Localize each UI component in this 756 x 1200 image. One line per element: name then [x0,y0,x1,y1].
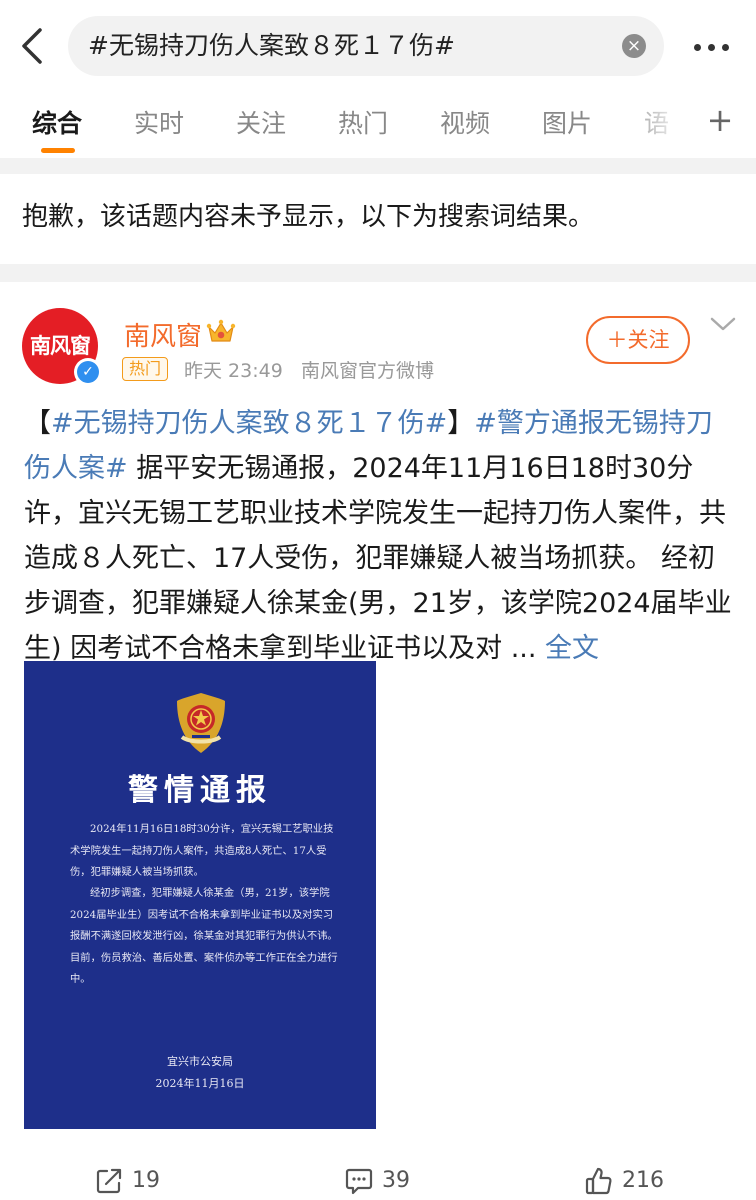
clear-icon[interactable]: × [622,34,646,58]
hashtag-link[interactable]: #无锡持刀伤人案致８死１７伤# [51,408,447,439]
search-input[interactable]: #无锡持刀伤人案致８死１７伤# × [68,16,664,76]
notice-paragraph: 2024年11月16日18时30分许，宜兴无锡工艺职业技术学院发生一起持刀伤人案… [70,823,334,879]
police-notice-image[interactable]: 警情通报 2024年11月16日18时30分许，宜兴无锡工艺职业技术学院发生一起… [24,661,376,1129]
section-divider [0,264,756,282]
tab-fade [620,92,700,152]
comment-count: 39 [382,1168,410,1193]
post-body-text: 据平安无锡通报，2024年11月16日18时30分许，宜兴无锡工艺职业技术学院发… [24,453,732,664]
search-query[interactable]: #无锡持刀伤人案致８死１７伤# [88,16,455,76]
full-text-link[interactable]: 全文 [545,633,599,664]
chevron-down-icon[interactable] [708,312,738,336]
notice-title: 警情通报 [128,773,272,808]
tab-video[interactable]: 视频 [440,104,490,140]
crown-icon [206,319,236,342]
active-tab-indicator [41,148,75,153]
notice-issuer: 宜兴市公安局 [167,1055,233,1068]
verified-icon: ✓ [74,358,102,386]
more-dots-icon[interactable] [686,24,738,68]
bracket-close: 】 [447,408,475,439]
search-header: #无锡持刀伤人案致８死１７伤# × [0,0,756,92]
post-source: 南风窗官方微博 [301,360,435,382]
section-divider [0,158,756,174]
hot-badge: 热门 [122,357,169,381]
tab-realtime[interactable]: 实时 [134,104,184,140]
notice-date: 2024年11月16日 [155,1077,245,1090]
repost-count: 19 [132,1168,160,1193]
post-text: 【#无锡持刀伤人案致８死１７伤#】#警方通报无锡持刀伤人案# 据平安无锡通报，2… [24,401,734,671]
police-emblem-icon [177,693,225,753]
like-count: 216 [622,1168,664,1193]
bracket-open: 【 [24,408,51,439]
repost-icon [96,1168,122,1194]
follow-button[interactable]: ＋关注 [586,316,690,364]
like-icon [585,1167,612,1195]
tab-comprehensive[interactable]: 综合 [32,104,82,140]
add-tab-button[interactable]: + [702,100,738,140]
notice-paragraph: 经初步调查，犯罪嫌疑人徐某金（男，21岁，该学院2024届毕业生）因考试不合格未… [70,887,338,986]
tab-hot[interactable]: 热门 [338,104,388,140]
author-name[interactable]: 南风窗 [124,316,202,353]
back-arrow-icon[interactable] [14,24,54,68]
comment-icon [345,1168,373,1195]
post-time: 昨天 23:49 [184,360,283,382]
tab-images[interactable]: 图片 [542,104,592,140]
tab-following[interactable]: 关注 [236,104,286,140]
hidden-topic-notice: 抱歉，该话题内容未予显示，以下为搜索词结果。 [22,202,595,232]
